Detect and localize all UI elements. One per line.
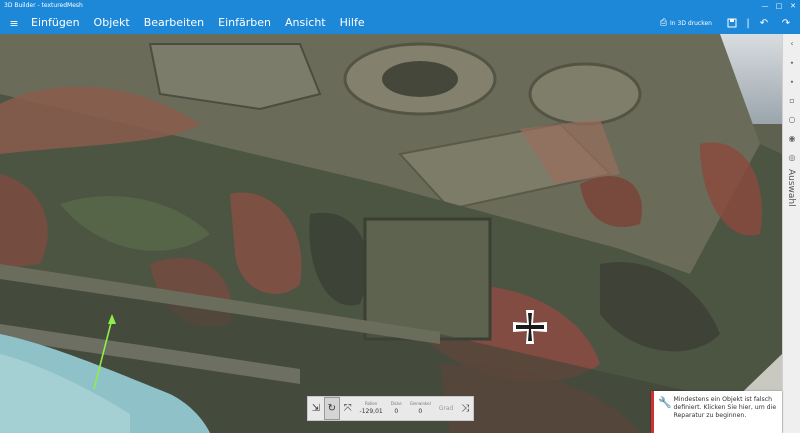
transform-toolbar: ⇲ ↻ ⤧ Rollen -129,01 Dicke 0 Gierwinkel … (307, 396, 474, 421)
wrench-icon: 🔧 (658, 396, 672, 409)
undo-icon[interactable]: ↶ (756, 15, 772, 31)
viewport-3d[interactable] (0, 34, 782, 433)
maximize-button[interactable]: □ (772, 0, 786, 12)
radial-select-icon[interactable]: ◎ (783, 148, 800, 167)
divider: | (746, 17, 750, 29)
print-3d-button[interactable]: ⎙ In 3D drucken (654, 18, 718, 28)
title-bar: 3D Builder - texturedMesh — □ ✕ (0, 0, 800, 12)
menu-ansicht[interactable]: Ansicht (278, 12, 333, 34)
rollen-field[interactable]: Rollen -129,01 (360, 401, 383, 416)
menu-einfuegen[interactable]: Einfügen (24, 12, 87, 34)
print-3d-label: In 3D drucken (670, 19, 712, 27)
dicke-field[interactable]: Dicke 0 (391, 401, 402, 416)
selection-tool-3-icon[interactable]: ▫ (783, 91, 800, 110)
hamburger-menu-icon[interactable]: ≡ (4, 17, 24, 30)
selection-tool-2-icon[interactable]: ⬩ (783, 72, 800, 91)
unit-label: Grad (438, 405, 454, 412)
rollen-value[interactable]: -129,01 (360, 407, 383, 416)
redo-icon[interactable]: ↷ (778, 15, 794, 31)
move-tool-icon[interactable]: ⇲ (308, 397, 324, 420)
notification-text[interactable]: Mindestens ein Objekt ist falsch definie… (673, 396, 778, 428)
dicke-value[interactable]: 0 (394, 407, 398, 416)
scale-tool-icon[interactable]: ⤧ (340, 397, 356, 420)
menu-einfaerben[interactable]: Einfärben (211, 12, 278, 34)
printer-icon: ⎙ (659, 18, 668, 28)
circle-select-icon[interactable]: ○ (783, 110, 800, 129)
menu-objekt[interactable]: Objekt (87, 12, 137, 34)
minimize-button[interactable]: — (758, 0, 772, 12)
collapse-chevron-icon[interactable]: ‹ (783, 34, 800, 53)
save-icon[interactable] (724, 15, 740, 31)
menu-bar: ≡ Einfügen Objekt Bearbeiten Einfärben A… (0, 12, 800, 34)
window-controls: — □ ✕ (758, 0, 800, 12)
menu-hilfe[interactable]: Hilfe (333, 12, 372, 34)
repair-notification[interactable]: 🔧 Mindestens ein Objekt ist falsch defin… (651, 391, 782, 433)
gierwinkel-field[interactable]: Gierwinkel 0 (410, 401, 431, 416)
gierwinkel-value[interactable]: 0 (418, 407, 422, 416)
right-toolbar: ⎙ In 3D drucken | ↶ ↷ (654, 12, 794, 34)
window-title: 3D Builder - texturedMesh (4, 2, 83, 9)
target-select-icon[interactable]: ◉ (783, 129, 800, 148)
rotate-tool-icon[interactable]: ↻ (323, 397, 340, 420)
snap-tool-icon[interactable]: ⤨ (457, 397, 473, 420)
sidebar-label[interactable]: Auswahl (786, 169, 796, 207)
menu-bearbeiten[interactable]: Bearbeiten (137, 12, 211, 34)
model-render[interactable] (0, 34, 782, 433)
selection-tool-1-icon[interactable]: ⬩ (783, 53, 800, 72)
right-sidebar: ‹ ⬩ ⬩ ▫ ○ ◉ ◎ Auswahl (782, 34, 800, 433)
unit-field: Grad (439, 404, 454, 413)
close-button[interactable]: ✕ (786, 0, 800, 12)
